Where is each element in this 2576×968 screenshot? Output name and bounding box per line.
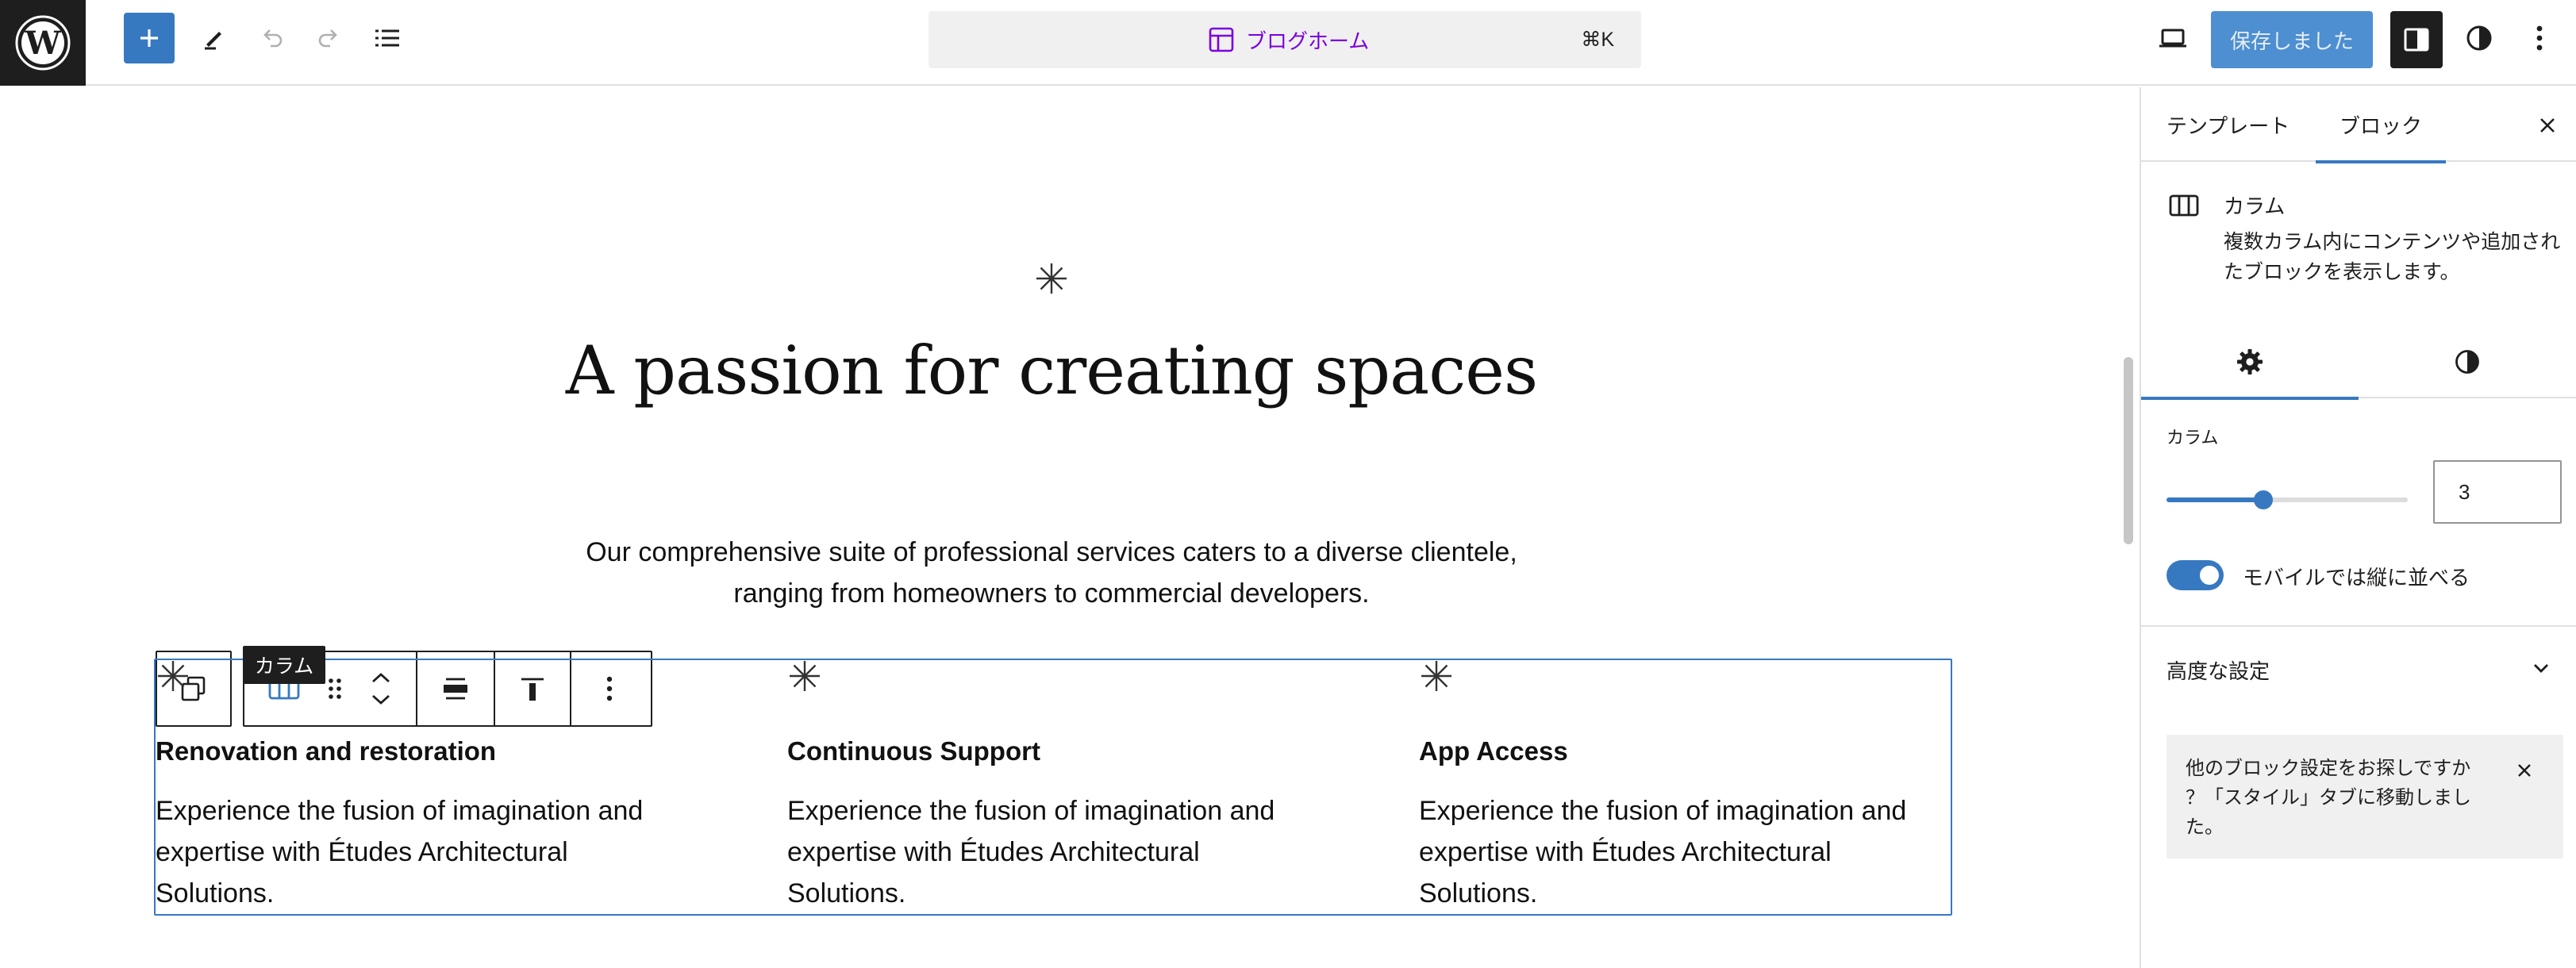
list-view-icon bbox=[375, 29, 399, 47]
asterisk-icon bbox=[790, 661, 820, 691]
block-type-tooltip: カラム bbox=[243, 646, 325, 684]
hero-description[interactable]: Our comprehensive suite of professional … bbox=[0, 532, 2103, 614]
sidebar-tabs: テンプレート ブロック bbox=[2141, 87, 2576, 163]
notice-line: た。 bbox=[2186, 816, 2224, 838]
toggle-knob bbox=[2200, 566, 2219, 585]
command-palette-button[interactable]: ブログホーム ⌘K bbox=[929, 11, 1641, 68]
redo-icon bbox=[318, 29, 337, 48]
column-paragraph-line: Solutions. bbox=[156, 878, 275, 908]
save-button[interactable]: 保存しました bbox=[2211, 11, 2373, 68]
canvas-scrollbar[interactable] bbox=[2117, 87, 2141, 968]
half-circle-icon bbox=[2455, 350, 2479, 374]
block-card-description: 複数カラム内にコンテンツや追加されたブロックを表示します。 bbox=[2224, 231, 2561, 283]
block-card: カラム 複数カラム内にコンテンツや追加されたブロックを表示します。 bbox=[2141, 163, 2576, 306]
stack-on-mobile-label: モバイルでは縦に並べる bbox=[2243, 566, 2470, 590]
gear-icon bbox=[2237, 349, 2263, 375]
chevron-down-icon bbox=[2534, 664, 2548, 673]
half-circle-icon bbox=[2466, 25, 2492, 51]
styles-button[interactable] bbox=[2455, 14, 2503, 62]
column-paragraph[interactable]: Experience the fusion of imagination and… bbox=[156, 790, 727, 914]
stack-on-mobile-toggle[interactable] bbox=[2167, 560, 2224, 590]
hero-description-line: ranging from homeowners to commercial de… bbox=[733, 578, 1370, 609]
slider-fill bbox=[2167, 497, 2263, 502]
tab-settings[interactable] bbox=[2141, 325, 2359, 400]
columns-block-icon bbox=[2169, 194, 2199, 217]
tools-button[interactable] bbox=[190, 14, 238, 62]
undo-icon bbox=[263, 29, 283, 48]
asterisk-icon bbox=[158, 661, 188, 691]
column-paragraph-line: Experience the fusion of imagination and bbox=[156, 796, 644, 826]
block-card-title: カラム bbox=[2224, 194, 2286, 218]
pencil-icon bbox=[205, 32, 221, 50]
column-paragraph-line: Experience the fusion of imagination and bbox=[787, 796, 1275, 826]
tab-styles[interactable] bbox=[2359, 325, 2576, 398]
inspector-tabs bbox=[2141, 325, 2576, 400]
advanced-panel-toggle[interactable]: 高度な設定 bbox=[2141, 627, 2576, 709]
hero-heading[interactable]: A passion for creating spaces bbox=[0, 332, 2103, 409]
add-block-button[interactable] bbox=[124, 13, 175, 63]
close-sidebar-button[interactable] bbox=[2533, 111, 2562, 140]
kebab-icon bbox=[2536, 25, 2543, 51]
styles-tab-notice: 他のブロック設定をお探しですか ？「スタイル」タブに移動しまし た。 bbox=[2167, 735, 2563, 859]
columns-count-input[interactable]: 3 bbox=[2433, 460, 2562, 524]
close-icon bbox=[2540, 118, 2555, 133]
tab-template[interactable]: テンプレート bbox=[2167, 87, 2290, 162]
editor-header: W ブログホーム ⌘K 保存しました bbox=[0, 0, 2576, 86]
slider-thumb[interactable] bbox=[2254, 490, 2273, 509]
redo-button[interactable] bbox=[305, 14, 352, 62]
column-heading[interactable]: App Access bbox=[1419, 736, 1568, 766]
column-paragraph[interactable]: Experience the fusion of imagination and… bbox=[1419, 790, 1990, 914]
keyboard-shortcut: ⌘K bbox=[1581, 29, 1614, 51]
column-paragraph-line: Experience the fusion of imagination and bbox=[1419, 796, 1907, 826]
column-paragraph-line: Solutions. bbox=[1419, 878, 1538, 908]
wordpress-logo-icon[interactable]: W bbox=[0, 0, 86, 86]
asterisk-icon bbox=[1421, 661, 1451, 691]
column-paragraph[interactable]: Experience the fusion of imagination and… bbox=[787, 790, 1359, 914]
plus-icon bbox=[140, 29, 158, 47]
notice-text: 他のブロック設定をお探しですか ？「スタイル」タブに移動しまし た。 bbox=[2186, 754, 2511, 842]
notice-line: ？「スタイル」タブに移動しまし bbox=[2186, 787, 2471, 809]
column-heading[interactable]: Renovation and restoration bbox=[156, 736, 496, 766]
device-preview-button[interactable] bbox=[2149, 14, 2197, 62]
laptop-icon bbox=[2159, 29, 2186, 48]
notice-line: 他のブロック設定をお探しですか bbox=[2186, 758, 2471, 779]
asterisk-icon bbox=[1036, 263, 1067, 294]
column-paragraph-line: expertise with Études Architectural bbox=[1419, 837, 1832, 867]
column-paragraph-line: expertise with Études Architectural bbox=[156, 837, 568, 867]
tab-block[interactable]: ブロック bbox=[2316, 87, 2447, 163]
editor-canvas[interactable]: A passion for creating spaces Our compre… bbox=[0, 87, 2117, 968]
svg-text:W: W bbox=[25, 25, 62, 62]
columns-block[interactable]: Renovation and restoration Experience th… bbox=[154, 659, 1952, 916]
layout-icon bbox=[1209, 27, 1234, 52]
document-title: ブログホーム bbox=[1208, 11, 1369, 68]
options-button[interactable] bbox=[2519, 14, 2560, 62]
close-icon bbox=[2518, 764, 2531, 777]
scrollbar-thumb[interactable] bbox=[2124, 357, 2133, 544]
site-editor: W ブログホーム ⌘K 保存しました A passion for creatin… bbox=[0, 0, 2576, 968]
list-view-button[interactable] bbox=[363, 14, 411, 62]
sidebar-icon bbox=[2404, 28, 2429, 52]
undo-button[interactable] bbox=[248, 14, 296, 62]
column-heading[interactable]: Continuous Support bbox=[787, 736, 1040, 766]
hero-description-line: Our comprehensive suite of professional … bbox=[586, 537, 1517, 567]
settings-sidebar: テンプレート ブロック カラム 複数カラム内にコンテンツや追加されたブロックを表… bbox=[2141, 87, 2576, 968]
dismiss-notice-button[interactable] bbox=[2513, 759, 2536, 782]
advanced-panel-title: 高度な設定 bbox=[2167, 659, 2270, 683]
columns-slider[interactable] bbox=[2167, 484, 2408, 516]
column-paragraph-line: Solutions. bbox=[787, 878, 906, 908]
settings-toggle-button[interactable] bbox=[2390, 11, 2443, 68]
tab-block-label: ブロック bbox=[2340, 113, 2423, 138]
column-paragraph-line: expertise with Études Architectural bbox=[787, 837, 1200, 867]
columns-count-label: カラム bbox=[2167, 428, 2219, 448]
document-title-text: ブログホーム bbox=[1246, 29, 1370, 53]
